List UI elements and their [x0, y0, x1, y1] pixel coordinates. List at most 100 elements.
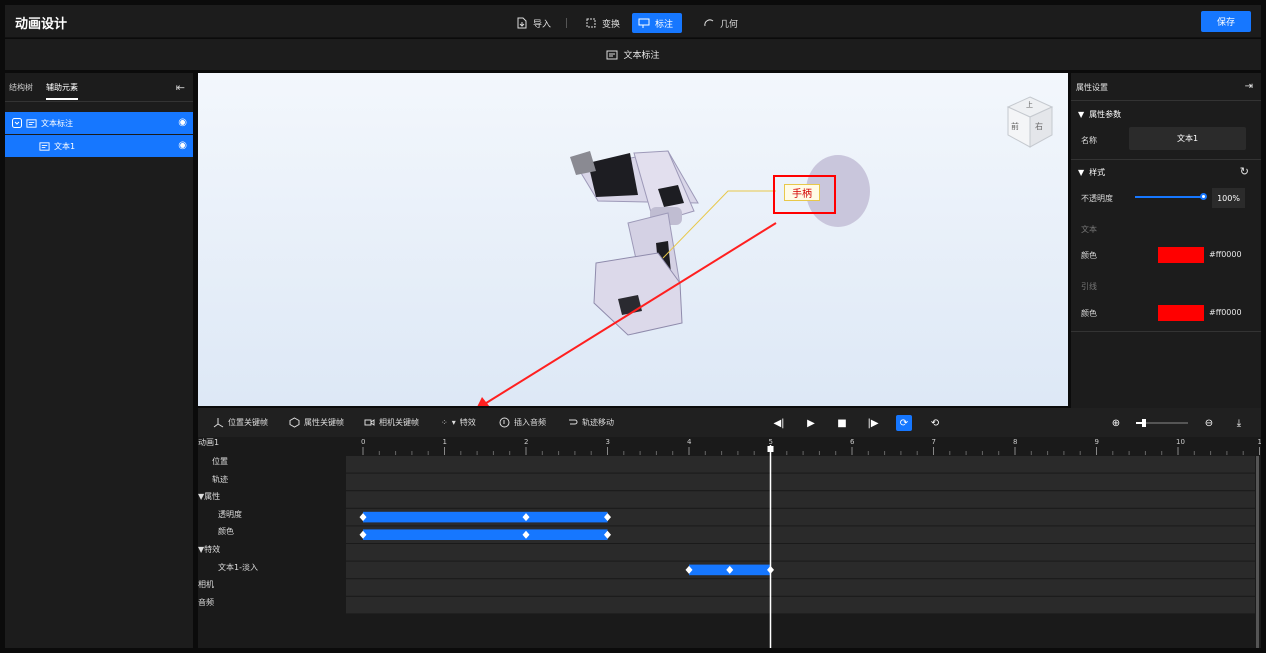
effects-dropdown[interactable]: ⁘ ▾ 特效 [441, 417, 476, 428]
eye-icon[interactable]: ◉ [178, 140, 187, 151]
annotate-button[interactable]: 标注 [632, 13, 682, 33]
stop-icon[interactable]: ■ [834, 415, 850, 431]
zoom-slider-handle[interactable] [1142, 419, 1146, 427]
track-label[interactable]: 相机 [198, 579, 214, 590]
attribute-keyframe-label: 属性关键帧 [304, 418, 344, 427]
leader-color-value[interactable]: #ff0000 [1209, 308, 1242, 317]
divider [1071, 331, 1261, 332]
camera-keyframe-button[interactable]: 相机关键帧 [364, 417, 419, 428]
tree-item-text1[interactable]: 文本1 ◉ [5, 135, 193, 157]
track-row [346, 491, 1255, 508]
track-label[interactable]: ▼特效 [198, 544, 220, 555]
text-color-label: 颜色 [1081, 251, 1097, 260]
tab-aux-elements[interactable]: 辅助元素 [46, 82, 78, 100]
transform-button[interactable]: 变换 [579, 13, 626, 33]
name-input[interactable]: 文本1 [1129, 127, 1246, 150]
ruler-label: 8 [1013, 438, 1017, 446]
text-color-value[interactable]: #ff0000 [1209, 250, 1242, 259]
scrollbar [1256, 456, 1259, 648]
keyframe-clip[interactable] [363, 529, 608, 540]
track-row [346, 579, 1255, 596]
ruler-label: 1 [1258, 438, 1262, 446]
import-icon [517, 17, 527, 29]
arc-icon [704, 19, 714, 27]
3d-viewport[interactable]: 手柄 前 右 上 [198, 73, 1068, 406]
track-row [346, 596, 1255, 614]
text-annotation-label[interactable]: 文本标注 [623, 48, 659, 61]
timeline-panel: 位置关键帧 属性关键帧 相机关键帧 ⁘ ▾ 特效 插入音频 轨迹移动 ◀| ▶ … [198, 408, 1261, 648]
attribute-keyframe-button[interactable]: 属性关键帧 [289, 417, 344, 428]
text-annotation-icon[interactable] [606, 49, 618, 61]
cube-face-front: 前 [1011, 122, 1019, 131]
app-title: 动画设计 [15, 17, 68, 32]
caret-down-icon: ▾ [451, 418, 456, 427]
zoom-out-icon[interactable]: ⊖ [1201, 415, 1217, 431]
collapse-left-icon[interactable]: ⇤ [176, 81, 185, 94]
tree-item-label: 文本1 [54, 141, 76, 151]
route-icon [569, 419, 578, 425]
text-annotation-icon [39, 141, 50, 151]
timeline-toolbar: 位置关键帧 属性关键帧 相机关键帧 ⁘ ▾ 特效 插入音频 轨迹移动 ◀| ▶ … [198, 408, 1261, 437]
save-button[interactable]: 保存 [1201, 11, 1251, 32]
leader-color-swatch[interactable] [1158, 305, 1204, 321]
tab-structure-tree[interactable]: 结构树 [9, 82, 33, 93]
caret-down-icon: ▼ [1078, 110, 1085, 119]
text-color-swatch[interactable] [1158, 247, 1204, 263]
opacity-slider-handle[interactable] [1200, 193, 1207, 200]
top-bar: 动画设计 导入 变换 标注 几何 保存 [5, 5, 1261, 38]
ruler-label: 3 [606, 438, 610, 446]
annotation-label[interactable]: 手柄 [784, 184, 820, 201]
insert-audio-button[interactable]: 插入音频 [499, 417, 546, 428]
track-move-button[interactable]: 轨迹移动 [567, 417, 614, 428]
opacity-slider[interactable] [1135, 196, 1203, 198]
insert-audio-label: 插入音频 [514, 418, 546, 427]
annotate-icon [638, 18, 650, 28]
keyframe-clip[interactable] [363, 511, 608, 523]
step-forward-icon[interactable]: |▶ [865, 415, 881, 431]
zoom-in-icon[interactable]: ⊕ [1108, 415, 1124, 431]
track-row [346, 456, 1255, 473]
text-annotation-icon [26, 118, 37, 128]
ruler-label: 7 [932, 438, 936, 446]
timeline-tracks[interactable]: 0 1 2 3 4 5 6 7 8 9 10 1 [346, 437, 1261, 648]
geometry-button[interactable]: 几何 [697, 13, 744, 33]
divider [566, 18, 567, 28]
section-style[interactable]: ▼ 样式 [1078, 167, 1105, 178]
leader-group-label: 引线 [1081, 282, 1097, 291]
callout-arrow [482, 222, 777, 406]
track-label[interactable]: 音频 [198, 597, 214, 608]
section-params[interactable]: ▼ 属性参数 [1078, 109, 1121, 120]
import-button[interactable]: 导入 [510, 13, 557, 33]
loop-icon[interactable]: ⟳ [896, 415, 912, 431]
geometry-label: 几何 [720, 19, 739, 30]
download-icon[interactable]: ⤓ [1231, 415, 1247, 431]
left-panel: 结构树 辅助元素 ⇤ 文本标注 ◉ 文本1 ◉ [5, 73, 193, 648]
ruler-label: 5 [769, 438, 773, 446]
step-back-icon[interactable]: ◀| [771, 415, 787, 431]
track-move-label: 轨迹移动 [582, 418, 614, 427]
track-label[interactable]: 位置 [212, 456, 228, 467]
track-label[interactable]: ▼属性 [198, 491, 220, 502]
collapse-right-icon[interactable]: ⇥ [1245, 81, 1253, 92]
ruler-label: 9 [1095, 438, 1099, 446]
ruler-label: 6 [850, 438, 855, 446]
text-group-label: 文本 [1081, 225, 1097, 234]
import-label: 导入 [533, 19, 552, 30]
track-label[interactable]: 轨迹 [212, 474, 228, 485]
ruler-label: 10 [1176, 438, 1185, 446]
track-label[interactable]: 颜色 [218, 526, 234, 537]
drill-model[interactable] [570, 150, 870, 336]
track-row [346, 473, 1255, 491]
opacity-input[interactable]: 100% [1212, 188, 1245, 208]
playhead-handle[interactable] [767, 446, 774, 452]
eye-icon[interactable]: ◉ [178, 117, 187, 128]
loop-once-icon[interactable]: ⟲ [927, 415, 943, 431]
expand-icon[interactable] [12, 118, 22, 128]
play-icon[interactable]: ▶ [803, 415, 819, 431]
track-label[interactable]: 透明度 [218, 509, 242, 520]
position-keyframe-button[interactable]: 位置关键帧 [213, 417, 268, 428]
reset-icon[interactable]: ↻ [1240, 165, 1249, 178]
track-label[interactable]: 文本1-淡入 [218, 562, 258, 573]
tree-item-text-annotation[interactable]: 文本标注 ◉ [5, 112, 193, 134]
axes-icon [213, 418, 224, 428]
